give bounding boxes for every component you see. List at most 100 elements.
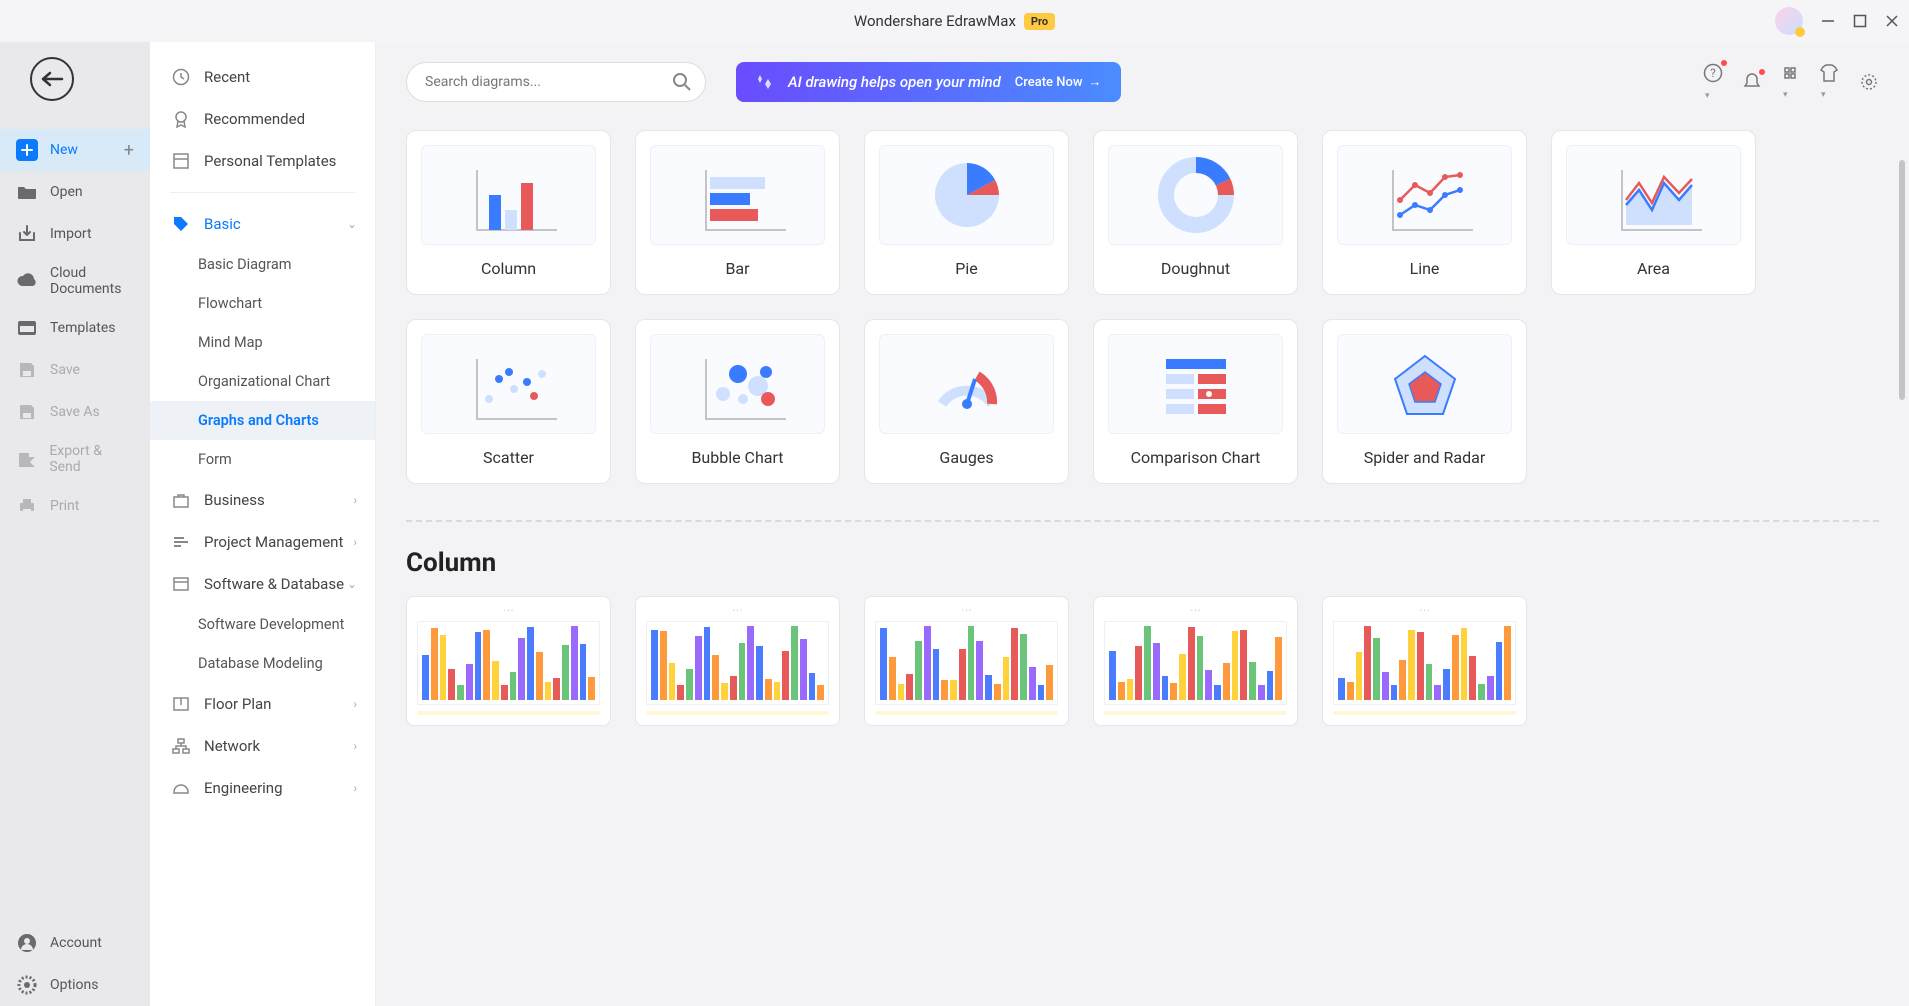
cat-recent[interactable]: Recent	[150, 56, 375, 98]
ai-banner[interactable]: AI drawing helps open your mind Create N…	[736, 62, 1121, 102]
add-icon[interactable]: +	[124, 140, 134, 161]
cat-software-db[interactable]: Software & Database ⌄	[150, 563, 375, 605]
rail-templates[interactable]: Templates	[0, 307, 150, 349]
pro-badge: Pro	[1024, 13, 1055, 30]
rail-label: Cloud Documents	[50, 265, 134, 297]
tshirt-icon[interactable]: ▾	[1819, 64, 1839, 101]
helmet-icon	[172, 779, 190, 797]
cat-recommended[interactable]: Recommended	[150, 98, 375, 140]
template-chart	[1333, 621, 1516, 705]
floorplan-icon	[172, 695, 190, 713]
tag-icon	[172, 215, 190, 233]
header-icons: ?▾ ▾ ▾	[1703, 63, 1879, 102]
sub-software-dev[interactable]: Software Development	[150, 605, 375, 644]
template-3[interactable]: · · ·	[1093, 596, 1298, 726]
sparkle-icon	[756, 73, 774, 91]
bell-icon[interactable]	[1743, 72, 1761, 92]
rail-new[interactable]: New +	[0, 129, 150, 171]
section-divider	[406, 520, 1879, 522]
left-rail: New + Open Import Cloud Documents Templa…	[0, 42, 150, 1006]
rail-print[interactable]: Print	[0, 485, 150, 527]
sub-org-chart[interactable]: Organizational Chart	[150, 362, 375, 401]
template-title: · · ·	[646, 607, 829, 615]
shortcuts-icon[interactable]: ▾	[1781, 64, 1799, 101]
pie-thumb	[879, 145, 1054, 245]
card-comparison[interactable]: Comparison Chart	[1093, 319, 1298, 484]
rail-saveas[interactable]: Save As	[0, 391, 150, 433]
card-bubble[interactable]: Bubble Chart	[635, 319, 840, 484]
search-input[interactable]	[406, 62, 706, 102]
rail-import[interactable]: Import	[0, 213, 150, 255]
sub-form[interactable]: Form	[150, 440, 375, 479]
rail-account[interactable]: Account	[0, 922, 150, 964]
save-as-icon	[16, 401, 38, 423]
maximize-button[interactable]	[1853, 14, 1867, 28]
cat-basic[interactable]: Basic ⌄	[150, 203, 375, 245]
scrollbar[interactable]	[1899, 160, 1905, 400]
card-gauge[interactable]: Gauges	[864, 319, 1069, 484]
bar-thumb	[650, 145, 825, 245]
card-label: Area	[1637, 259, 1670, 278]
rail-cloud[interactable]: Cloud Documents	[0, 255, 150, 307]
rail-open[interactable]: Open	[0, 171, 150, 213]
help-icon[interactable]: ?▾	[1703, 63, 1723, 102]
avatar[interactable]	[1775, 7, 1803, 35]
template-row: · · · · · · · · · · · · · · ·	[376, 596, 1909, 726]
cat-business[interactable]: Business ›	[150, 479, 375, 521]
app-title-container: Wondershare EdrawMax Pro	[854, 12, 1055, 30]
cat-network[interactable]: Network ›	[150, 725, 375, 767]
card-radar[interactable]: Spider and Radar	[1322, 319, 1527, 484]
rail-export[interactable]: Export & Send	[0, 433, 150, 485]
template-footer	[875, 711, 1058, 715]
card-label: Pie	[955, 259, 977, 278]
card-area[interactable]: Area	[1551, 130, 1756, 295]
card-bar[interactable]: Bar	[635, 130, 840, 295]
cat-engineering[interactable]: Engineering ›	[150, 767, 375, 809]
cat-personal[interactable]: Personal Templates	[150, 140, 375, 182]
cloud-icon	[16, 270, 38, 292]
settings-icon[interactable]	[1859, 72, 1879, 92]
card-label: Scatter	[483, 448, 534, 467]
briefcase-icon	[172, 491, 190, 509]
card-label: Column	[481, 259, 536, 278]
card-label: Gauges	[939, 448, 993, 467]
rail-label: Export & Send	[49, 443, 134, 475]
bubble-thumb	[650, 334, 825, 434]
template-0[interactable]: · · ·	[406, 596, 611, 726]
template-1[interactable]: · · ·	[635, 596, 840, 726]
card-pie[interactable]: Pie	[864, 130, 1069, 295]
sub-graphs-charts[interactable]: Graphs and Charts	[150, 401, 375, 440]
card-label: Bar	[725, 259, 749, 278]
rail-label: Import	[50, 226, 92, 242]
create-now-button[interactable]: Create Now →	[1015, 74, 1102, 90]
template-4[interactable]: · · ·	[1322, 596, 1527, 726]
card-scatter[interactable]: Scatter	[406, 319, 611, 484]
titlebar: Wondershare EdrawMax Pro	[0, 0, 1909, 42]
sub-mindmap[interactable]: Mind Map	[150, 323, 375, 362]
rail-options[interactable]: Options	[0, 964, 150, 1006]
rail-save[interactable]: Save	[0, 349, 150, 391]
main-content: AI drawing helps open your mind Create N…	[376, 42, 1909, 1006]
close-button[interactable]	[1885, 14, 1899, 28]
sub-basic-diagram[interactable]: Basic Diagram	[150, 245, 375, 284]
search-icon[interactable]	[672, 72, 692, 92]
cat-pm[interactable]: Project Management ›	[150, 521, 375, 563]
app-title: Wondershare EdrawMax	[854, 12, 1016, 30]
card-doughnut[interactable]: Doughnut	[1093, 130, 1298, 295]
chevron-right-icon: ›	[353, 697, 357, 711]
rail-label: Account	[50, 935, 102, 951]
card-line[interactable]: Line	[1322, 130, 1527, 295]
card-column[interactable]: Column	[406, 130, 611, 295]
search-container	[406, 62, 706, 102]
template-2[interactable]: · · ·	[864, 596, 1069, 726]
minimize-button[interactable]	[1821, 14, 1835, 28]
card-label: Bubble Chart	[691, 448, 783, 467]
back-button[interactable]	[30, 57, 74, 101]
cat-label: Engineering	[204, 779, 283, 797]
sub-flowchart[interactable]: Flowchart	[150, 284, 375, 323]
cat-floorplan[interactable]: Floor Plan ›	[150, 683, 375, 725]
cards-grid: Column Bar Pie DoughnutLine Area Scatter Bubbl…	[376, 130, 1909, 484]
sub-db-modeling[interactable]: Database Modeling	[150, 644, 375, 683]
template-title: · · ·	[1104, 607, 1287, 615]
card-label: Comparison Chart	[1131, 448, 1261, 467]
